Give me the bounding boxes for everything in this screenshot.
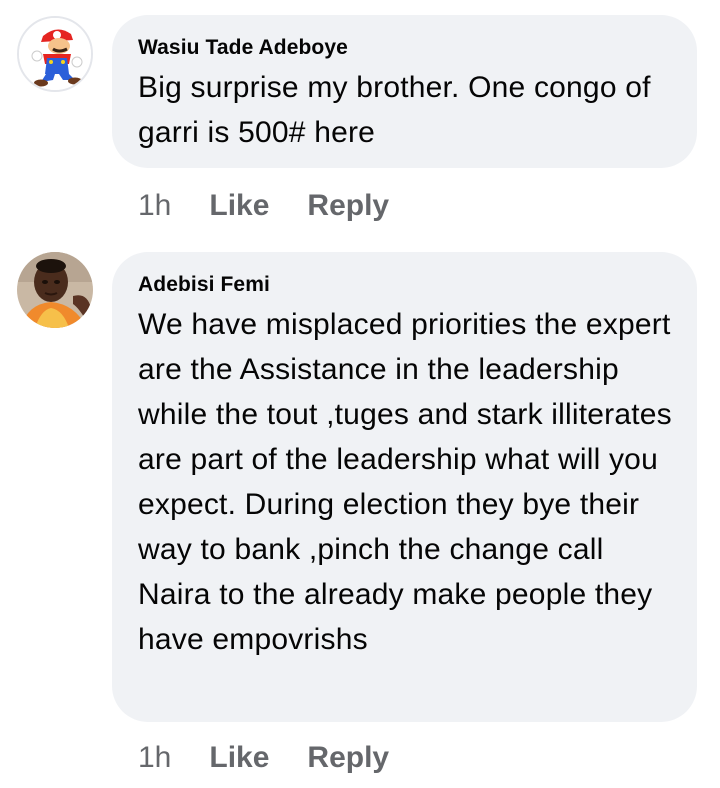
reply-button[interactable]: Reply: [307, 189, 389, 223]
comment-text: We have misplaced priorities the expert …: [138, 308, 672, 656]
like-button[interactable]: Like: [209, 741, 269, 775]
mario-character-icon: [19, 18, 91, 90]
avatar[interactable]: [17, 252, 93, 328]
comment-author[interactable]: Adebisi Femi: [138, 272, 673, 298]
comment-text: Big surprise my brother. One congo of ga…: [138, 71, 651, 149]
comment-item: Adebisi Femi We have misplaced prioritie…: [0, 240, 720, 788]
avatar[interactable]: [17, 16, 93, 92]
comment-timestamp[interactable]: 1h: [138, 741, 171, 775]
like-button[interactable]: Like: [209, 189, 269, 223]
comment-item: Wasiu Tade Adeboye Big surprise my broth…: [0, 0, 720, 240]
comment-actions: 1h Like Reply: [138, 738, 427, 778]
comment-bubble: Wasiu Tade Adeboye Big surprise my broth…: [112, 15, 697, 168]
comment-actions: 1h Like Reply: [138, 186, 427, 226]
comment-timestamp[interactable]: 1h: [138, 189, 171, 223]
reply-button[interactable]: Reply: [307, 741, 389, 775]
comment-bubble: Adebisi Femi We have misplaced prioritie…: [112, 252, 697, 722]
comment-author[interactable]: Wasiu Tade Adeboye: [138, 35, 673, 61]
profile-photo-icon: [17, 252, 93, 328]
